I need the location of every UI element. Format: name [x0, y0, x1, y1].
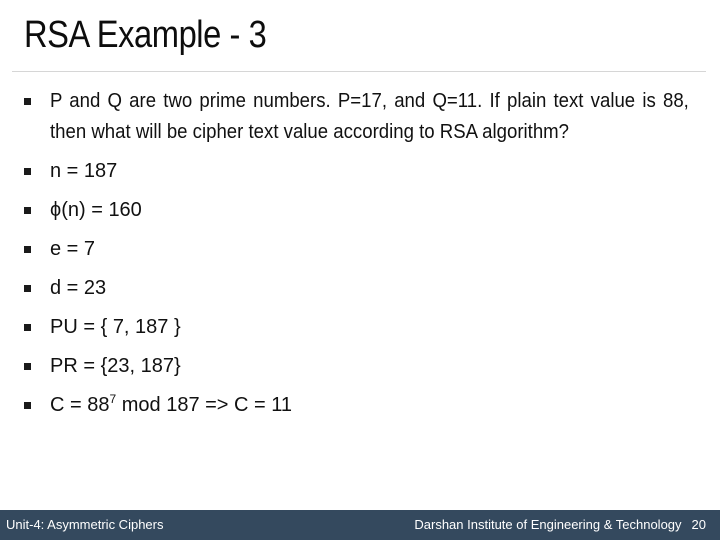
page-number: 20 [691, 517, 706, 532]
step-text: ϕ(n) = 160 [50, 199, 142, 221]
title-divider [12, 71, 706, 72]
step-text: e = 7 [50, 238, 96, 260]
cipher-formula-suffix: mod 187 => C = 11 [116, 394, 293, 416]
step-bullet: d = 23 [20, 273, 692, 304]
footer-unit-label: Unit-4: Asymmetric Ciphers [6, 517, 164, 532]
step-bullet: n = 187 [20, 156, 692, 187]
question-bullet: P and Q are two prime numbers. P=17, and… [20, 86, 692, 148]
step-bullet: PR = {23, 187} [20, 351, 692, 382]
step-bullet: PU = { 7, 187 } [20, 312, 692, 343]
square-bullet-icon [24, 207, 31, 214]
cipher-result-bullet: C = 887 mod 187 => C = 11 [20, 390, 692, 421]
question-text: P and Q are two prime numbers. P=17, and… [50, 90, 689, 143]
square-bullet-icon [24, 168, 31, 175]
slide: RSA Example - 3 P and Q are two prime nu… [0, 0, 720, 540]
footer-bar: Unit-4: Asymmetric Ciphers Darshan Insti… [0, 510, 720, 540]
square-bullet-icon [24, 363, 31, 370]
step-text: d = 23 [50, 277, 107, 299]
slide-title: RSA Example - 3 [24, 14, 267, 56]
square-bullet-icon [24, 98, 31, 105]
square-bullet-icon [24, 324, 31, 331]
step-bullet: e = 7 [20, 234, 692, 265]
step-text: PU = { 7, 187 } [50, 316, 181, 338]
footer-institute: Darshan Institute of Engineering & Techn… [414, 517, 682, 532]
square-bullet-icon [24, 285, 31, 292]
footer-right: Darshan Institute of Engineering & Techn… [414, 517, 706, 532]
step-text: n = 187 [50, 160, 118, 182]
step-bullet: ϕ(n) = 160 [20, 195, 692, 226]
square-bullet-icon [24, 246, 31, 253]
bullet-list: P and Q are two prime numbers. P=17, and… [20, 86, 692, 429]
cipher-result-text: C = 887 mod 187 => C = 11 [50, 390, 692, 421]
square-bullet-icon [24, 402, 31, 409]
cipher-formula-prefix: C = 88 [50, 394, 110, 416]
step-text: PR = {23, 187} [50, 355, 181, 377]
